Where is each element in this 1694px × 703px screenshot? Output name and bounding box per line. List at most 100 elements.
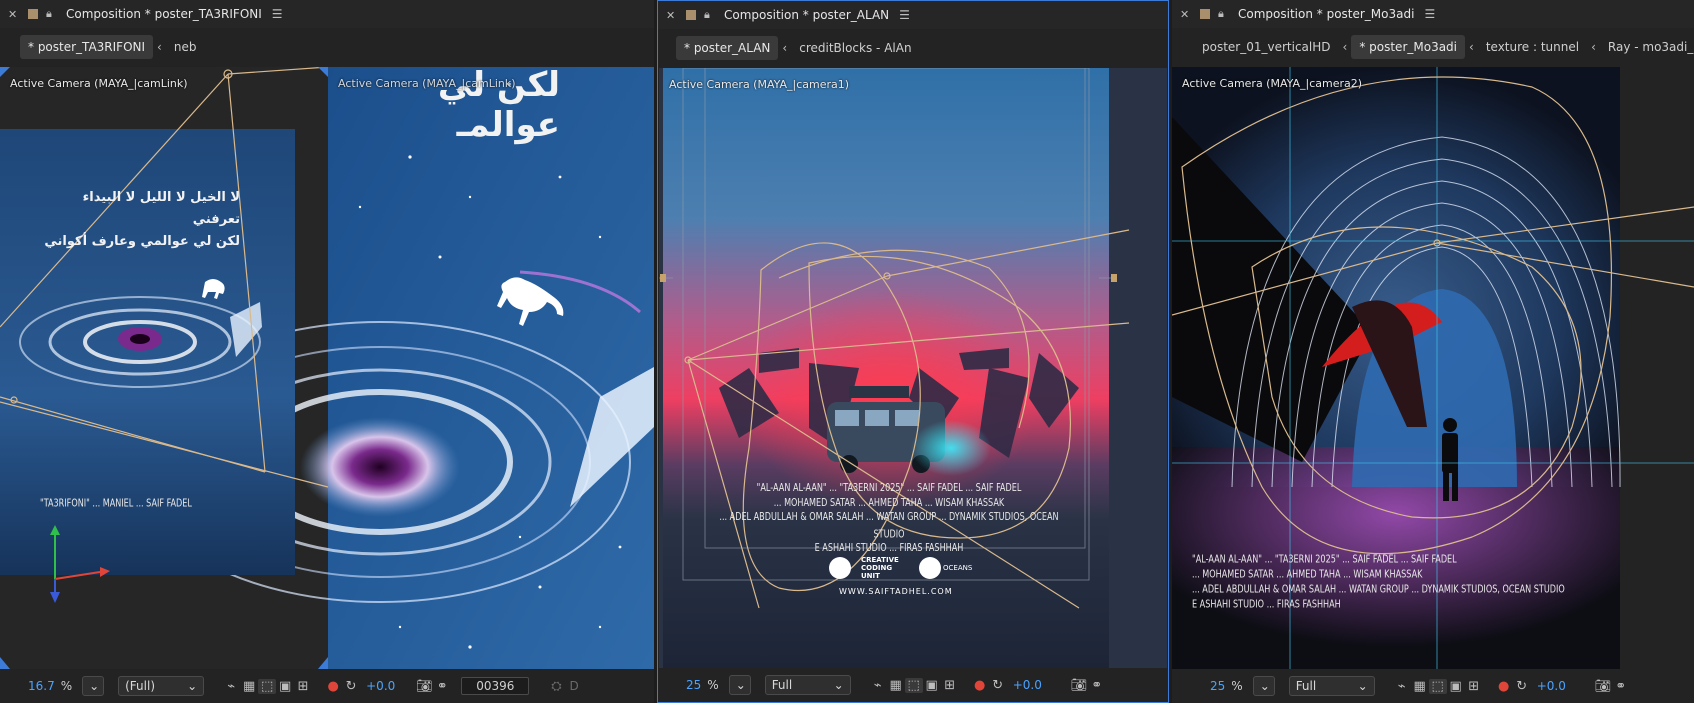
- composition-viewer[interactable]: Active Camera (MAYA_|camLink) Active Cam…: [0, 67, 654, 669]
- lock-icon[interactable]: 🔒︎: [704, 8, 716, 22]
- chevron-down-icon: ⌄: [833, 678, 844, 692]
- panel-title-bar: ✕ 🔒︎ Composition * poster_Mo3adi ☰: [1172, 0, 1694, 28]
- guide-handle[interactable]: [1111, 274, 1117, 282]
- tab-ray-mo3adi[interactable]: Ray - mo3adi_01: [1600, 35, 1694, 59]
- logo-oceans-icon: [919, 557, 941, 579]
- fast-preview-icon[interactable]: ⌁: [1393, 679, 1411, 694]
- chevron-down-icon: ⌄: [735, 678, 746, 692]
- tab-poster-01-verticalhd[interactable]: poster_01_verticalHD: [1194, 35, 1339, 59]
- composition-color-swatch: [1200, 9, 1210, 19]
- chevron-left-icon[interactable]: ‹: [1339, 40, 1352, 54]
- zoom-dropdown[interactable]: ⌄: [1252, 676, 1275, 696]
- viewer-footer: 16.7 % ⌄ (Full) ⌄ ⌁ ▦ ⬚ ▣ ⊞ ● ↻ +0.0 📷︎ ⚭…: [0, 669, 654, 703]
- current-frame-field[interactable]: 00396: [461, 677, 530, 695]
- zoom-dropdown[interactable]: ⌄: [728, 675, 751, 695]
- show-snapshot-icon[interactable]: ⚭: [1612, 679, 1630, 694]
- credit-line: ... ADEL ABDULLAH & OMAR SALAH ... WATAN…: [719, 512, 1059, 541]
- region-of-interest-icon[interactable]: ▣: [1447, 679, 1465, 694]
- sponsor-logos: CREATIVE CODING UNIT OCEANS: [829, 556, 972, 580]
- transparency-grid-icon[interactable]: ▦: [1411, 679, 1429, 694]
- grid-guides-icon[interactable]: ⊞: [1465, 679, 1483, 694]
- chevron-left-icon[interactable]: ‹: [1587, 40, 1600, 54]
- grid-guides-icon[interactable]: ⊞: [941, 678, 959, 693]
- channel-rgb-icon[interactable]: ●: [971, 678, 989, 693]
- chevron-left-icon[interactable]: ‹: [153, 40, 166, 54]
- close-icon[interactable]: ✕: [666, 9, 680, 22]
- comp-tabs: poster_01_verticalHD ‹ * poster_Mo3adi ‹…: [1172, 32, 1694, 62]
- active-camera-label-secondary: Active Camera (MAYA_|camLink): [338, 77, 516, 90]
- footer-truncated-label: D: [569, 679, 579, 693]
- tab-texture-tunnel[interactable]: texture : tunnel: [1478, 35, 1587, 59]
- camera-snapshot-icon[interactable]: 📷︎: [1070, 678, 1088, 693]
- close-icon[interactable]: ✕: [8, 8, 22, 21]
- logo-creative-coding: CREATIVE CODING UNIT: [861, 556, 899, 580]
- tab-creditblocks-alan[interactable]: creditBlocks - AlAn: [791, 36, 919, 60]
- zoom-unit: %: [707, 678, 719, 692]
- chevron-left-icon[interactable]: ‹: [1465, 40, 1478, 54]
- chevron-down-icon: ⌄: [1357, 679, 1368, 693]
- zoom-value[interactable]: 16.7: [28, 679, 55, 693]
- resolution-dropdown[interactable]: (Full) ⌄: [118, 676, 205, 696]
- composition-panel-mo3adi: ✕ 🔒︎ Composition * poster_Mo3adi ☰ poste…: [1172, 0, 1694, 703]
- composition-viewer[interactable]: Active Camera (MAYA_|camera2) "AL-AAN AL…: [1172, 67, 1694, 669]
- viewer-footer: 25 % ⌄ Full ⌄ ⌁ ▦ ⬚ ▣ ⊞ ● ↻ +0.0 📷︎ ⚭: [1172, 669, 1694, 703]
- zoom-value[interactable]: 25: [686, 678, 701, 692]
- transparency-grid-icon[interactable]: ▦: [240, 679, 258, 694]
- panel-menu-icon[interactable]: ☰: [272, 7, 283, 21]
- composition-viewer[interactable]: Active Camera (MAYA_|camera1) "AL-AAN AL…: [659, 68, 1167, 668]
- channel-rgb-icon[interactable]: ●: [1495, 679, 1513, 694]
- poster-arabic-text: لا الخيل لا الليل لا البيداء تعرفني لكن …: [44, 190, 240, 249]
- mask-visibility-icon[interactable]: ⬚: [1428, 678, 1447, 694]
- zoom-dropdown[interactable]: ⌄: [82, 676, 105, 696]
- lock-icon[interactable]: 🔒︎: [46, 7, 58, 21]
- tab-poster-ta3rifoni[interactable]: * poster_TA3RIFONI: [20, 35, 154, 59]
- fast-preview-icon[interactable]: ⌁: [222, 679, 240, 694]
- exposure-value[interactable]: +0.0: [1537, 679, 1566, 693]
- camera-snapshot-icon[interactable]: 📷︎: [1594, 679, 1612, 694]
- tab-neb[interactable]: neb: [166, 35, 205, 59]
- composition-color-swatch: [28, 9, 38, 19]
- poster-credits-block: "AL-AAN AL-AAN" ... "TA3ERNI 2025" ... S…: [1192, 553, 1592, 613]
- show-snapshot-icon[interactable]: ⚭: [1088, 678, 1106, 693]
- region-of-interest-icon[interactable]: ▣: [923, 678, 941, 693]
- resolution-dropdown[interactable]: Full ⌄: [1288, 676, 1375, 696]
- mask-visibility-icon[interactable]: ⬚: [258, 678, 277, 694]
- lock-icon[interactable]: 🔒︎: [1218, 7, 1230, 21]
- grid-guides-icon[interactable]: ⊞: [294, 679, 312, 694]
- composition-panel-alan: ✕ 🔒︎ Composition * poster_ALAN ☰ * poste…: [657, 0, 1169, 703]
- composition-panel-ta3rifoni: ✕ 🔒︎ Composition * poster_TA3RIFONI ☰ * …: [0, 0, 654, 703]
- zoom-value[interactable]: 25: [1210, 679, 1225, 693]
- exposure-value[interactable]: +0.0: [1013, 678, 1042, 692]
- region-of-interest-icon[interactable]: ▣: [276, 679, 294, 694]
- transparency-grid-icon[interactable]: ▦: [887, 678, 905, 693]
- channel-rgb-icon[interactable]: ●: [324, 679, 342, 694]
- panel-menu-icon[interactable]: ☰: [1424, 7, 1435, 21]
- resolution-dropdown[interactable]: Full ⌄: [764, 675, 851, 695]
- fast-preview-icon[interactable]: ⌁: [869, 678, 887, 693]
- panel-title-bar: ✕ 🔒︎ Composition * poster_TA3RIFONI ☰: [0, 0, 654, 28]
- chevron-left-icon[interactable]: ‹: [778, 41, 791, 55]
- exposure-value[interactable]: +0.0: [366, 679, 395, 693]
- mask-visibility-icon[interactable]: ⬚: [904, 677, 923, 693]
- active-camera-label: Active Camera (MAYA_|camera2): [1182, 77, 1363, 90]
- reset-exposure-icon[interactable]: ↻: [342, 679, 360, 694]
- guide-handle[interactable]: [660, 274, 666, 282]
- show-snapshot-icon[interactable]: ⚭: [433, 679, 451, 694]
- viewer-footer: 25 % ⌄ Full ⌄ ⌁ ▦ ⬚ ▣ ⊞ ● ↻ +0.0 📷︎ ⚭: [658, 668, 1168, 702]
- logo-circle-icon: [829, 557, 851, 579]
- panel-title-bar: ✕ 🔒︎ Composition * poster_ALAN ☰: [658, 1, 1168, 29]
- camera-snapshot-icon[interactable]: 📷︎: [415, 679, 433, 694]
- active-camera-label: Active Camera (MAYA_|camLink): [10, 77, 188, 90]
- tab-poster-alan[interactable]: * poster_ALAN: [676, 36, 779, 60]
- comp-tabs: * poster_TA3RIFONI ‹ neb: [0, 32, 654, 62]
- draft-3d-icon[interactable]: ⛭: [547, 679, 565, 694]
- close-icon[interactable]: ✕: [1180, 8, 1194, 21]
- zoom-unit: %: [1231, 679, 1243, 693]
- panel-menu-icon[interactable]: ☰: [899, 8, 910, 22]
- reset-exposure-icon[interactable]: ↻: [989, 678, 1007, 693]
- reset-exposure-icon[interactable]: ↻: [1513, 679, 1531, 694]
- chevron-down-icon: ⌄: [1259, 679, 1270, 693]
- comp-tabs: * poster_ALAN ‹ creditBlocks - AlAn: [658, 33, 1168, 63]
- credit-line: E ASHAHI STUDIO ... FIRAS FASHHAH: [1192, 598, 1341, 611]
- tab-poster-mo3adi[interactable]: * poster_Mo3adi: [1351, 35, 1466, 59]
